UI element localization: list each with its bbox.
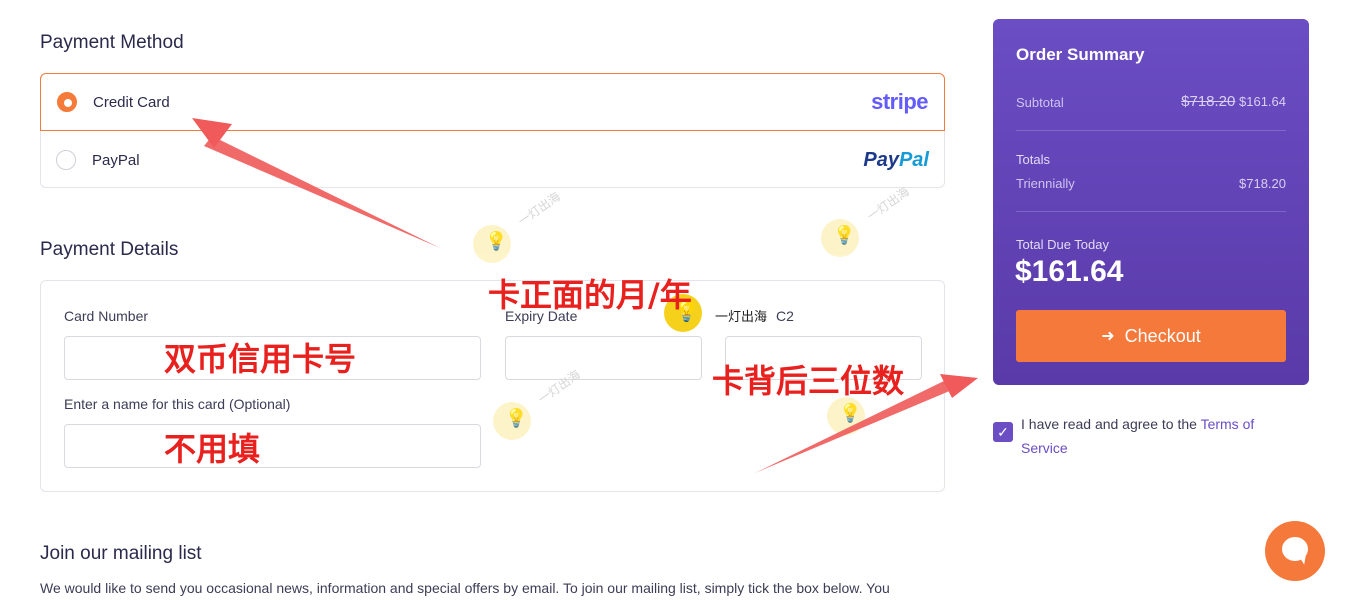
- annotation-card-number: 双币信用卡号: [164, 340, 357, 378]
- annotation-expiry: 卡正面的月/年: [488, 276, 692, 314]
- annotation-cvc: 卡背后三位数: [712, 362, 905, 400]
- annotation-name: 不用填: [164, 430, 261, 468]
